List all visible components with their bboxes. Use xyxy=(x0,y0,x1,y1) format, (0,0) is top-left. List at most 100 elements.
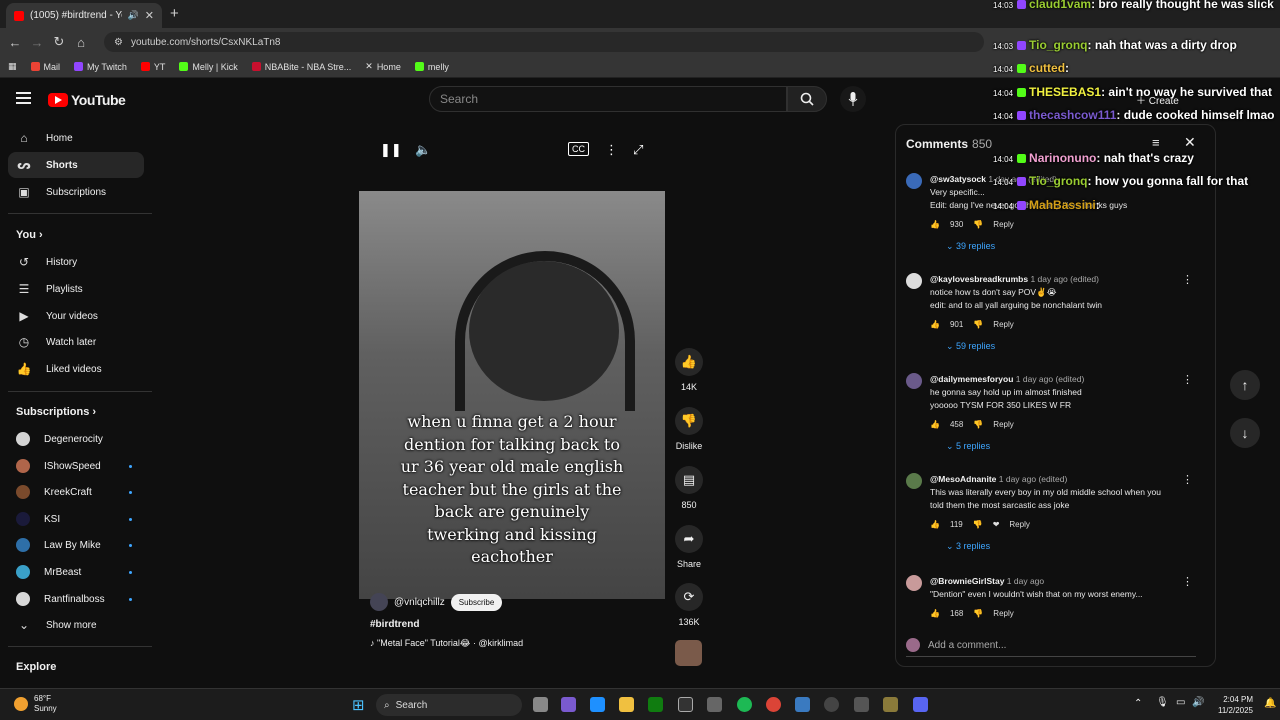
like-button[interactable]: 👍 14K xyxy=(674,348,704,392)
new-tab-icon[interactable]: + xyxy=(170,5,179,22)
sidebar-item-home[interactable]: ⌂ Home xyxy=(8,125,144,151)
more-vert-icon[interactable]: ⋮ xyxy=(1182,575,1193,588)
taskbar-search[interactable]: ⌕ Search xyxy=(376,694,522,716)
channel-name[interactable]: @vnlqchillz xyxy=(394,597,445,608)
next-short-button[interactable]: ↓ xyxy=(1230,418,1260,448)
sidebar-subscriptions-heading[interactable]: Subscriptions › xyxy=(16,406,96,418)
close-tab-icon[interactable]: ✕ xyxy=(145,9,154,22)
bookmark-nbabite[interactable]: NBABite - NBA Stre... xyxy=(251,62,351,72)
notification-bell-icon[interactable]: 🔔 xyxy=(1264,698,1276,709)
thumbs-up-icon[interactable]: 👍 xyxy=(930,218,940,231)
media-player-icon[interactable] xyxy=(824,697,839,712)
subscription-ishowspeed[interactable]: IShowSpeed xyxy=(8,453,144,479)
forward-icon[interactable]: → xyxy=(26,35,48,50)
subscription-ksi[interactable]: KSI xyxy=(8,506,144,532)
search-button[interactable] xyxy=(787,86,827,112)
avatar[interactable] xyxy=(906,575,922,591)
youtube-logo[interactable]: YouTube xyxy=(48,92,126,108)
sound-thumbnail[interactable] xyxy=(675,640,702,666)
subscription-kreekcraft[interactable]: KreekCraft xyxy=(8,479,144,505)
home-browser-icon[interactable]: ⌂ xyxy=(70,35,92,50)
thumbs-up-icon[interactable]: 👍 xyxy=(930,418,940,431)
previous-short-button[interactable]: ↑ xyxy=(1230,370,1260,400)
thumbs-up-icon[interactable]: 👍 xyxy=(930,607,940,620)
sidebar-item-watch-later[interactable]: ◷ Watch later xyxy=(8,329,144,355)
chevron-up-icon[interactable]: ⌃ xyxy=(1134,698,1142,709)
bookmark-yt[interactable]: YT xyxy=(140,62,165,72)
browser-tab[interactable]: (1005) #birdtrend - YouTube 🔊 ✕ xyxy=(6,3,162,28)
reply-button[interactable]: Reply xyxy=(993,318,1013,331)
sidebar-item-your-videos[interactable]: ▶ Your videos xyxy=(8,303,144,329)
volume-icon[interactable]: 🔈 xyxy=(415,142,431,158)
app-icon[interactable] xyxy=(883,697,898,712)
windows-start-icon[interactable]: ⊞ xyxy=(352,696,365,714)
photos-icon[interactable] xyxy=(795,697,810,712)
sidebar-show-more[interactable]: ⌄ Show more xyxy=(8,612,144,638)
xbox-icon[interactable] xyxy=(648,697,663,712)
thumbs-down-icon[interactable]: 👎 xyxy=(973,418,983,431)
back-icon[interactable]: ← xyxy=(4,35,26,50)
channel-avatar[interactable] xyxy=(370,593,388,611)
bookmark-twitch[interactable]: My Twitch xyxy=(74,62,127,72)
short-video-player[interactable]: when u finna get a 2 hour dention for ta… xyxy=(359,191,665,599)
view-replies-button[interactable]: ⌄ 39 replies xyxy=(946,240,1196,253)
copilot-icon[interactable] xyxy=(561,697,576,712)
sidebar-item-history[interactable]: ↺ History xyxy=(8,249,144,275)
task-view-icon[interactable] xyxy=(533,697,548,712)
sidebar-you-heading[interactable]: You › xyxy=(16,229,43,241)
reply-button[interactable]: Reply xyxy=(1009,518,1029,531)
weather-widget[interactable]: 68°F Sunny xyxy=(14,694,57,714)
dislike-button[interactable]: 👎 Dislike xyxy=(674,407,704,451)
hamburger-menu-icon[interactable] xyxy=(16,92,31,104)
fullscreen-icon[interactable]: ⤢ xyxy=(633,142,643,158)
subscription-rantfinalboss[interactable]: Rantfinalboss xyxy=(8,586,144,612)
subscription-law-by-mike[interactable]: Law By Mike xyxy=(8,532,144,558)
thumbs-down-icon[interactable]: 👎 xyxy=(973,318,983,331)
sidebar-item-playlists[interactable]: ☰ Playlists xyxy=(8,276,144,302)
view-replies-button[interactable]: ⌄ 59 replies xyxy=(946,340,1196,353)
add-comment-input[interactable]: Add a comment... xyxy=(906,638,1196,657)
file-explorer-icon[interactable] xyxy=(619,697,634,712)
view-replies-button[interactable]: ⌄ 3 replies xyxy=(946,540,1196,553)
thumbs-up-icon[interactable]: 👍 xyxy=(930,318,940,331)
reply-button[interactable]: Reply xyxy=(993,418,1013,431)
more-vert-icon[interactable]: ⋮ xyxy=(605,142,618,158)
music-row[interactable]: ♪ "Metal Face" Tutorial😂 · @kirklimad xyxy=(370,638,523,649)
thumbs-down-icon[interactable]: 👎 xyxy=(973,607,983,620)
search-input[interactable]: Search xyxy=(429,86,787,112)
volume-icon[interactable]: 🔊 xyxy=(1192,697,1204,708)
reload-icon[interactable]: ↻ xyxy=(48,34,70,50)
sidebar-item-shorts[interactable]: ᔕ Shorts xyxy=(8,152,144,178)
steam-icon[interactable] xyxy=(678,697,693,712)
bookmark-mail[interactable]: Mail xyxy=(30,62,60,72)
clock[interactable]: 2:04 PM 11/2/2025 xyxy=(1218,694,1253,716)
pause-icon[interactable]: ❚❚ xyxy=(380,142,402,158)
comments-button[interactable]: ▤ 850 xyxy=(674,466,704,510)
subscription-mrbeast[interactable]: MrBeast xyxy=(8,559,144,585)
bookmark-melly[interactable]: melly xyxy=(414,62,449,72)
video-title[interactable]: #birdtrend xyxy=(370,619,419,630)
avatar[interactable] xyxy=(906,273,922,289)
apps-grid-icon[interactable]: ▦ xyxy=(8,61,17,72)
spotify-icon[interactable] xyxy=(737,697,752,712)
sidebar-item-liked-videos[interactable]: 👍 Liked videos xyxy=(8,356,144,382)
thumbs-up-icon[interactable]: 👍 xyxy=(930,518,940,531)
app-icon[interactable] xyxy=(854,697,869,712)
captions-icon[interactable]: CC xyxy=(568,142,589,156)
site-info-icon[interactable]: ⚙ xyxy=(114,37,123,48)
bookmark-kick[interactable]: Melly | Kick xyxy=(179,62,238,72)
view-replies-button[interactable]: ⌄ 5 replies xyxy=(946,440,1196,453)
avatar[interactable] xyxy=(906,173,922,189)
sidebar-item-subscriptions[interactable]: ▣ Subscriptions xyxy=(8,179,144,205)
thumbs-down-icon[interactable]: 👎 xyxy=(973,218,983,231)
avatar[interactable] xyxy=(906,373,922,389)
edge-icon[interactable] xyxy=(590,697,605,712)
microphone-icon[interactable]: 🎙 xyxy=(1156,697,1169,708)
chrome-icon[interactable] xyxy=(766,697,781,712)
url-field[interactable]: ⚙ youtube.com/shorts/CsxNKLaTn8 xyxy=(104,32,984,52)
discord-icon[interactable] xyxy=(913,697,928,712)
more-vert-icon[interactable]: ⋮ xyxy=(1182,273,1193,286)
subscription-degenerocity[interactable]: Degenerocity xyxy=(8,426,144,452)
voice-search-button[interactable] xyxy=(840,86,866,112)
speaker-icon[interactable]: 🔊 xyxy=(128,10,139,21)
